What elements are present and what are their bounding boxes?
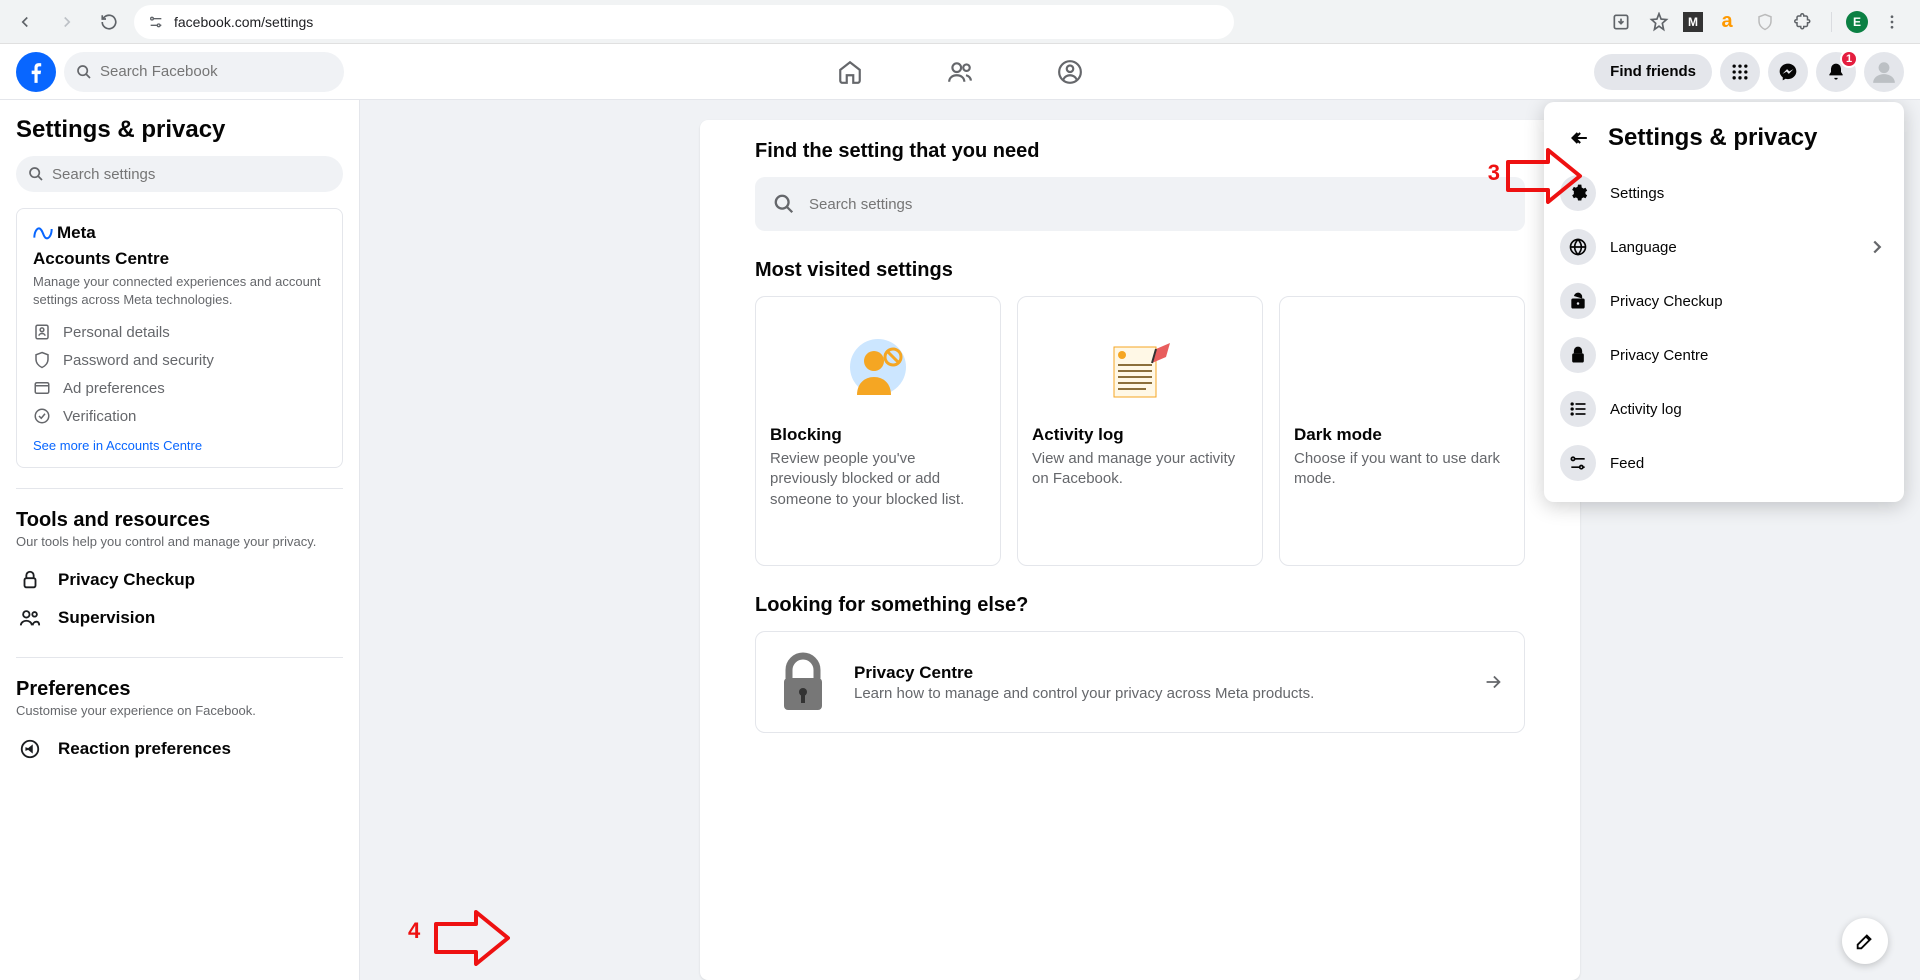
feed-icon [1560,445,1596,481]
annotation-arrow-4 [434,910,510,966]
ac-row-verification[interactable]: Verification [33,402,326,430]
search-icon [76,64,92,80]
nav-back-button[interactable] [8,5,42,39]
friends-tab-icon[interactable] [935,47,985,97]
ext-shield-icon[interactable] [1751,8,1779,36]
sidebar: Settings & privacy Meta Accounts Centre … [0,100,360,980]
dropdown-title: Settings & privacy [1608,124,1817,152]
site-settings-icon [148,14,164,30]
annotation-4: 4 [408,918,420,944]
blocking-icon [770,315,986,425]
annotation-arrow-3 [1506,148,1582,204]
url-bar[interactable]: facebook.com/settings [134,5,1234,39]
home-tab-icon[interactable] [825,47,875,97]
groups-tab-icon[interactable] [1045,47,1095,97]
dd-item-privacy-centre[interactable]: Privacy Centre [1552,328,1896,382]
meta-logo: Meta [33,223,326,243]
bookmark-star-icon[interactable] [1645,8,1673,36]
accounts-centre-desc: Manage your connected experiences and ac… [33,273,326,308]
dd-item-privacy-checkup[interactable]: Privacy Checkup [1552,274,1896,328]
sidebar-item-privacy-checkup[interactable]: Privacy Checkup [16,561,343,599]
browser-profile-badge[interactable]: E [1846,11,1868,33]
list-icon [1560,391,1596,427]
accounts-centre-link[interactable]: See more in Accounts Centre [33,438,326,453]
prefs-title: Preferences [16,678,343,701]
fb-search-input[interactable] [100,63,332,80]
menu-grid-button[interactable] [1720,52,1760,92]
annotation-3: 3 [1488,160,1500,186]
lock-icon [776,652,830,712]
content-heading: Find the setting that you need [755,140,1525,163]
ac-row-personal[interactable]: Personal details [33,318,326,346]
lock-open-icon [1560,283,1596,319]
facebook-logo[interactable] [16,52,56,92]
dd-item-feed[interactable]: Feed [1552,436,1896,490]
ac-row-ads[interactable]: Ad preferences [33,374,326,402]
activity-log-icon [1032,315,1248,425]
search-icon [773,193,795,215]
arrow-right-icon [1482,671,1504,693]
nav-forward-button[interactable] [50,5,84,39]
notifications-button[interactable]: 1 [1816,52,1856,92]
accounts-centre-card[interactable]: Meta Accounts Centre Manage your connect… [16,208,343,468]
main-content: Find the setting that you need Most visi… [700,120,1580,980]
fb-search[interactable] [64,52,344,92]
ac-row-password[interactable]: Password and security [33,346,326,374]
profile-avatar-button[interactable] [1864,52,1904,92]
messenger-button[interactable] [1768,52,1808,92]
accounts-centre-title: Accounts Centre [33,249,326,269]
divider [16,657,343,658]
content-search[interactable] [755,177,1525,231]
sidebar-search[interactable] [16,156,343,192]
search-icon [28,166,44,182]
most-visited-heading: Most visited settings [755,259,1525,282]
dark-mode-icon [1294,315,1510,425]
ext-m-icon[interactable]: M [1683,12,1703,32]
lock-icon [1560,337,1596,373]
browser-toolbar: facebook.com/settings M a E [0,0,1920,44]
facebook-header: Find friends 1 [0,44,1920,100]
url-text: facebook.com/settings [174,14,313,30]
card-dark-mode[interactable]: Dark mode Choose if you want to use dark… [1279,296,1525,566]
dd-item-activity-log[interactable]: Activity log [1552,382,1896,436]
globe-icon [1560,229,1596,265]
card-blocking[interactable]: Blocking Review people you've previously… [755,296,1001,566]
install-app-icon[interactable] [1607,8,1635,36]
content-search-input[interactable] [809,196,1507,213]
extensions-icon[interactable] [1789,8,1817,36]
privacy-centre-card[interactable]: Privacy Centre Learn how to manage and c… [755,631,1525,733]
tools-title: Tools and resources [16,509,343,532]
nav-reload-button[interactable] [92,5,126,39]
chevron-right-icon [1866,236,1888,258]
ext-a-icon[interactable]: a [1713,8,1741,36]
sidebar-item-reaction-prefs[interactable]: Reaction preferences [16,730,343,768]
settings-privacy-dropdown: Settings & privacy Settings Language Pri… [1544,102,1904,502]
dd-item-language[interactable]: Language [1552,220,1896,274]
card-activity-log[interactable]: Activity log View and manage your activi… [1017,296,1263,566]
find-friends-button[interactable]: Find friends [1594,54,1712,90]
divider [16,488,343,489]
edit-fab[interactable] [1842,918,1888,964]
sidebar-item-supervision[interactable]: Supervision [16,599,343,637]
browser-menu-icon[interactable] [1878,8,1906,36]
sidebar-search-input[interactable] [52,166,331,183]
prefs-sub: Customise your experience on Facebook. [16,703,343,718]
dd-item-settings[interactable]: Settings [1552,166,1896,220]
tools-sub: Our tools help you control and manage yo… [16,534,343,549]
sidebar-title: Settings & privacy [16,116,343,144]
else-heading: Looking for something else? [755,594,1525,617]
notification-badge: 1 [1840,50,1858,68]
